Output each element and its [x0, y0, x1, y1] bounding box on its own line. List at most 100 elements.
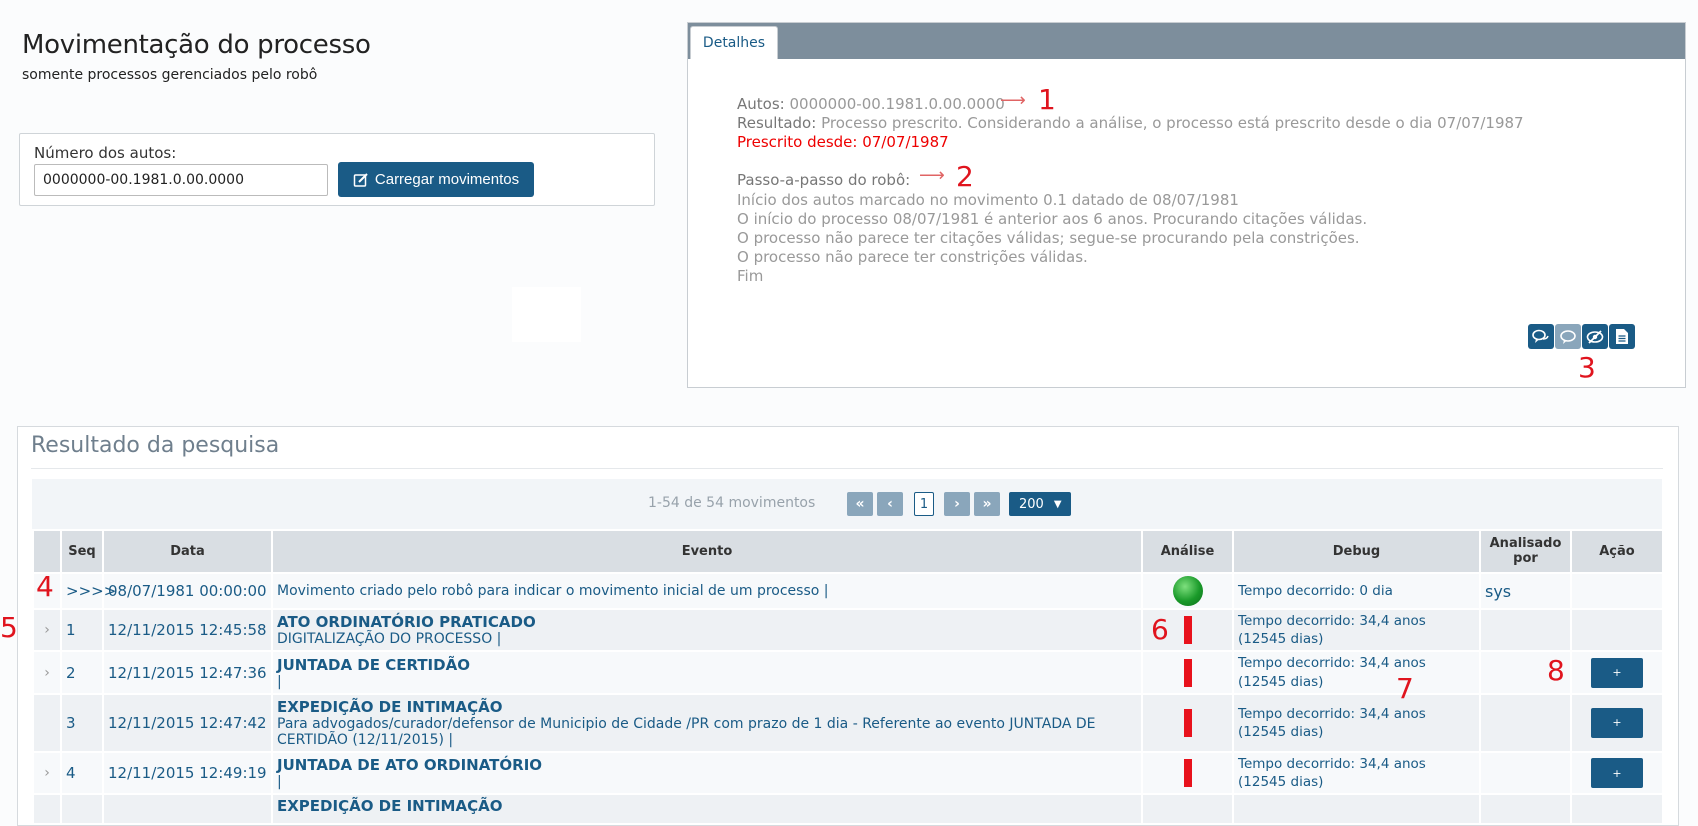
- col-header-data[interactable]: Data: [102, 529, 273, 574]
- resultado-line: Resultado: Processo prescrito. Considera…: [737, 114, 1524, 132]
- annotation-8: 8: [1547, 654, 1565, 688]
- red-status-bar: [1183, 708, 1192, 737]
- annotation-6: 6: [1151, 613, 1169, 646]
- movements-table: Seq Data Evento Análise Debug Analisado …: [0, 529, 1664, 826]
- date-cell: 12/11/2015 12:45:58: [102, 607, 273, 653]
- chevron-down-icon: ▼: [1053, 498, 1062, 510]
- analyzed-by-cell: 8: [1479, 650, 1572, 695]
- page-size-select[interactable]: 200 ▼: [1009, 492, 1071, 516]
- expand-chevron-icon[interactable]: ›: [32, 650, 62, 695]
- event-desc: Movimento criado pelo robô para indicar …: [277, 583, 829, 599]
- debug-cell: Tempo decorrido: 34,4 anos (12545 dias): [1232, 692, 1481, 753]
- eye-slash-icon[interactable]: [1582, 324, 1608, 349]
- col-header-debug[interactable]: Debug: [1232, 529, 1481, 574]
- table-row[interactable]: › 4 12/11/2015 12:49:19 JUNTADA DE ATO O…: [32, 750, 1664, 796]
- results-divider: [31, 468, 1663, 469]
- event-title: ATO ORDINATÓRIO PRATICADO: [277, 613, 536, 632]
- autos-key: Autos: [737, 95, 780, 113]
- tab-detalhes[interactable]: Detalhes: [690, 26, 778, 59]
- resultado-value: Processo prescrito. Considerando a análi…: [821, 114, 1524, 132]
- autos-line: Autos: 0000000-00.1981.0.00.0000: [737, 95, 1005, 113]
- prescrito-key: Prescrito desde: [737, 133, 853, 151]
- col-header-seq[interactable]: Seq: [60, 529, 104, 574]
- event-cell: EXPEDIÇÃO DE INTIMAÇÃO Para advogados/cu…: [271, 692, 1143, 753]
- event-title: EXPEDIÇÃO DE INTIMAÇÃO: [277, 797, 503, 816]
- add-button[interactable]: +: [1591, 758, 1643, 789]
- col-header-analise[interactable]: Análise: [1141, 529, 1234, 574]
- red-status-bar: [1183, 658, 1192, 687]
- edit-icon: [353, 172, 368, 187]
- annotation-1: 1: [1038, 83, 1056, 116]
- current-page[interactable]: 1: [914, 492, 934, 516]
- step-item: Início dos autos marcado no movimento 0.…: [737, 191, 1239, 209]
- pager-info: 1-54 de 54 movimentos: [648, 495, 816, 511]
- annotation-2: 2: [956, 160, 974, 193]
- load-movements-button[interactable]: Carregar movimentos: [338, 162, 534, 197]
- page-subtitle: somente processos gerenciados pelo robô: [22, 67, 318, 83]
- red-status-bar: [1183, 759, 1192, 788]
- chat-icon[interactable]: [1528, 324, 1554, 349]
- col-header-evento[interactable]: Evento: [271, 529, 1143, 574]
- action-cell: [1570, 607, 1664, 653]
- action-cell: [1570, 572, 1664, 610]
- date-cell: 08/07/1981 00:00:00: [102, 572, 273, 610]
- green-status-icon: [1172, 576, 1203, 606]
- debug-cell: [1232, 793, 1481, 826]
- page-title: Movimentação do processo: [22, 30, 371, 60]
- next-page-icon[interactable]: ›: [944, 492, 970, 516]
- annotation-5: 5: [0, 611, 18, 644]
- last-page-icon[interactable]: »: [974, 492, 1000, 516]
- debug-cell: Tempo decorrido: 34,4 anos (12545 dias): [1232, 750, 1481, 796]
- prescrito-value: 07/07/1987: [862, 133, 949, 151]
- pager-bar: 1-54 de 54 movimentos « ‹ 1 › » 200 ▼: [32, 479, 1662, 529]
- expand-cell: [32, 793, 62, 826]
- analysis-cell: [1141, 793, 1234, 826]
- event-cell: ATO ORDINATÓRIO PRATICADO DIGITALIZAÇÃO …: [271, 607, 1143, 653]
- add-button[interactable]: +: [1591, 657, 1643, 688]
- date-cell: 12/11/2015 12:47:42: [102, 692, 273, 753]
- expand-chevron-icon[interactable]: 5 ›: [0, 607, 62, 653]
- autos-label: Número dos autos:: [34, 144, 177, 162]
- annotation-arrow-1: ⟶: [1000, 90, 1026, 111]
- expand-chevron-icon[interactable]: ›: [32, 750, 62, 796]
- action-cell: +: [1570, 650, 1664, 695]
- step-item: O processo não parece ter citações válid…: [737, 229, 1360, 247]
- action-cell: [1570, 793, 1664, 826]
- add-button[interactable]: +: [1591, 707, 1643, 738]
- table-row[interactable]: 3 12/11/2015 12:47:42 EXPEDIÇÃO DE INTIM…: [32, 692, 1664, 753]
- red-status-bar: [1183, 616, 1192, 645]
- document-icon[interactable]: [1609, 324, 1635, 349]
- table-row[interactable]: › 2 12/11/2015 12:47:36 JUNTADA DE CERTI…: [32, 650, 1664, 705]
- debug-cell: Tempo decorrido: 34,4 anos (12545 dias): [1232, 607, 1481, 653]
- table-row[interactable]: 5 › 1 12/11/2015 12:45:58 ATO ORDINATÓRI…: [0, 607, 1664, 653]
- event-desc: Para advogados/curador/defensor de Munic…: [277, 715, 1096, 748]
- analysis-cell: [1141, 572, 1234, 610]
- step-item: O processo não parece ter constrições vá…: [737, 248, 1088, 266]
- analysis-cell: 6: [1141, 607, 1234, 653]
- comment-icon[interactable]: [1555, 324, 1581, 349]
- event-title: EXPEDIÇÃO DE INTIMAÇÃO: [277, 697, 503, 716]
- col-header-acao: Ação: [1570, 529, 1664, 574]
- action-cell: +: [1570, 692, 1664, 753]
- table-row[interactable]: EXPEDIÇÃO DE INTIMAÇÃO: [32, 793, 1664, 826]
- annotation-7: 7: [1396, 672, 1414, 706]
- col-header-analisado-por[interactable]: Analisado por: [1479, 529, 1572, 574]
- analysis-cell: [1141, 650, 1234, 695]
- step-item: O início do processo 08/07/1981 é anteri…: [737, 210, 1368, 228]
- prev-page-icon[interactable]: ‹: [877, 492, 903, 516]
- analyzed-by-cell: [1479, 750, 1572, 796]
- seq-cell: 4: [60, 750, 104, 796]
- blank-area: [512, 287, 581, 342]
- table-row[interactable]: 4 >>>> 08/07/1981 00:00:00 Movimento cri…: [32, 570, 1664, 610]
- first-page-icon[interactable]: «: [847, 492, 873, 516]
- annotation-arrow-2: ⟶: [919, 165, 945, 186]
- annotation-4: 4: [36, 570, 54, 603]
- expand-cell: 4: [32, 570, 62, 610]
- load-movements-label: Carregar movimentos: [374, 171, 520, 188]
- event-desc: |: [277, 673, 282, 690]
- analyzed-by-cell: sys: [1479, 572, 1572, 610]
- seq-cell: 2: [60, 650, 104, 695]
- details-tabbar: Detalhes: [688, 23, 1685, 59]
- event-cell: Movimento criado pelo robô para indicar …: [271, 572, 1143, 610]
- autos-number-input[interactable]: [34, 164, 328, 196]
